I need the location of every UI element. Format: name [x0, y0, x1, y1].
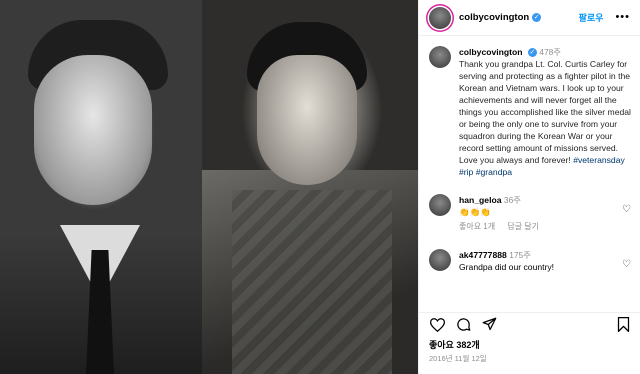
- action-bar: [419, 312, 640, 336]
- comment-like-heart-icon[interactable]: ♡: [622, 259, 631, 273]
- more-options-icon[interactable]: •••: [615, 12, 630, 23]
- photo-pilot-portrait: [202, 0, 418, 374]
- reply-button[interactable]: 답글 달기: [507, 222, 539, 231]
- comment-time: 36주: [503, 195, 521, 205]
- comment-text: Grandpa did our country!: [459, 262, 555, 272]
- post-header: colbycovington ✓ 팔로우 •••: [419, 0, 640, 36]
- comment-item: ak47777888 175주 Grandpa did our country!…: [429, 249, 631, 273]
- instagram-post-view: colbycovington ✓ 팔로우 ••• colbycovington …: [0, 0, 640, 374]
- comment-like-heart-icon[interactable]: ♡: [622, 204, 631, 233]
- heart-icon[interactable]: [429, 317, 445, 333]
- comment-icon[interactable]: [455, 317, 471, 333]
- follow-button[interactable]: 팔로우: [579, 11, 604, 24]
- author-avatar[interactable]: [429, 6, 451, 29]
- hashtag-link[interactable]: #rip: [459, 167, 473, 177]
- comment-text: 👏👏👏: [459, 207, 492, 217]
- verified-badge-icon: ✓: [527, 48, 537, 58]
- post-sidebar: colbycovington ✓ 팔로우 ••• colbycovington …: [418, 0, 640, 374]
- caption-text: Thank you grandpa Lt. Col. Curtis Carley…: [459, 59, 631, 165]
- comment-time: 175주: [509, 250, 531, 260]
- author-username[interactable]: colbycovington: [459, 12, 529, 23]
- caption-avatar[interactable]: [429, 46, 451, 68]
- comments-list[interactable]: colbycovington ✓ 478주 Thank you grandpa …: [419, 36, 640, 306]
- hashtag-link[interactable]: #grandpa: [476, 167, 512, 177]
- caption-username[interactable]: colbycovington: [459, 47, 523, 57]
- post-image[interactable]: [0, 0, 418, 374]
- bookmark-icon[interactable]: [615, 317, 631, 333]
- comment-avatar[interactable]: [429, 249, 451, 271]
- likes-count[interactable]: 좋아요 382개: [429, 338, 480, 351]
- comment-username[interactable]: han_geloa: [459, 195, 502, 205]
- comment-likes-count[interactable]: 좋아요 1개: [459, 222, 495, 231]
- caption-row: colbycovington ✓ 478주 Thank you grandpa …: [429, 46, 631, 178]
- comment-avatar[interactable]: [429, 194, 451, 216]
- share-icon[interactable]: [481, 317, 497, 333]
- comment-item: han_geloa 36주 👏👏👏 좋아요 1개 답글 달기 ♡: [429, 194, 631, 233]
- verified-badge-icon: ✓: [532, 13, 542, 22]
- photo-older-portrait: [0, 0, 202, 374]
- caption-time: 478주: [539, 47, 561, 57]
- hashtag-link[interactable]: #veteransday: [573, 155, 625, 165]
- post-date[interactable]: 2016년 11월 12일: [429, 353, 487, 364]
- comment-username[interactable]: ak47777888: [459, 250, 507, 260]
